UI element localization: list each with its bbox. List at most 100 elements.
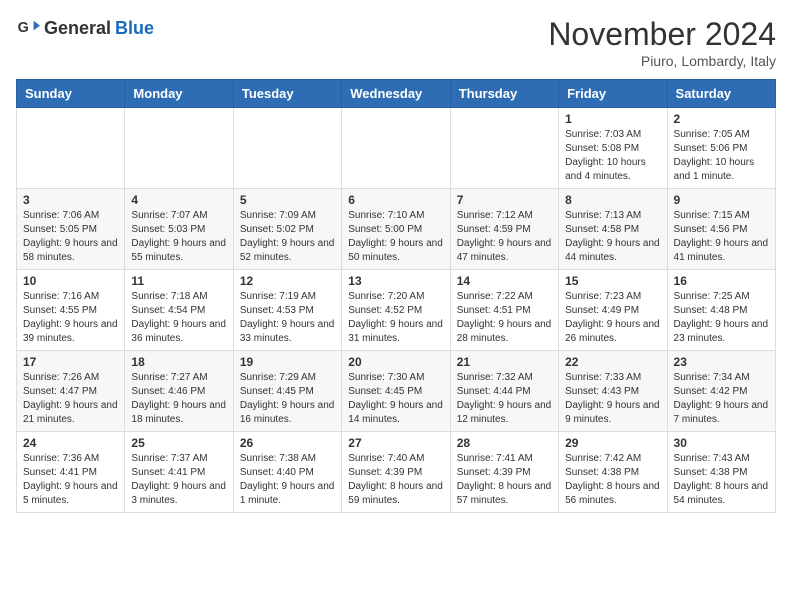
day-number: 26 [240,436,335,450]
day-info: Sunrise: 7:19 AM Sunset: 4:53 PM Dayligh… [240,290,335,346]
weekday-header: Wednesday [342,80,450,108]
calendar-cell: 15Sunrise: 7:23 AM Sunset: 4:49 PM Dayli… [559,270,667,351]
day-number: 9 [674,193,769,207]
day-number: 22 [565,355,660,369]
day-number: 7 [457,193,552,207]
day-info: Sunrise: 7:30 AM Sunset: 4:45 PM Dayligh… [348,371,443,427]
calendar-table: SundayMondayTuesdayWednesdayThursdayFrid… [16,79,776,513]
weekday-header: Thursday [450,80,558,108]
calendar-week-row: 1 Sunrise: 7:03 AM Sunset: 5:08 PM Daylig… [17,108,776,189]
calendar-cell: 29 Sunrise: 7:42 AM Sunset: 4:38 PM Dayli… [559,432,667,513]
logo: G General Blue [16,16,154,40]
location: Piuro, Lombardy, Italy [548,53,776,69]
day-info: Sunrise: 7:12 AM Sunset: 4:59 PM Dayligh… [457,209,552,265]
calendar-cell: 16 Sunrise: 7:25 AM Sunset: 4:48 PM Dayli… [667,270,775,351]
calendar-cell: 21 Sunrise: 7:32 AM Sunset: 4:44 PM Dayli… [450,351,558,432]
calendar-cell: 28 Sunrise: 7:41 AM Sunset: 4:39 PM Dayli… [450,432,558,513]
day-info: Sunrise: 7:18 AM Sunset: 4:54 PM Dayligh… [131,290,226,346]
day-info: Sunrise: 7:32 AM Sunset: 4:44 PM Dayligh… [457,371,552,427]
calendar-cell: 4 Sunrise: 7:07 AM Sunset: 5:03 PM Daylig… [125,189,233,270]
day-info: Sunrise: 7:06 AM Sunset: 5:05 PM Dayligh… [23,209,118,265]
calendar-cell: 6 Sunrise: 7:10 AM Sunset: 5:00 PM Daylig… [342,189,450,270]
day-number: 23 [674,355,769,369]
page-header: G General Blue November 2024 Piuro, Lomb… [16,16,776,69]
weekday-header: Sunday [17,80,125,108]
calendar-cell: 13Sunrise: 7:20 AM Sunset: 4:52 PM Dayli… [342,270,450,351]
day-number: 6 [348,193,443,207]
logo-blue: Blue [115,18,154,39]
day-number: 3 [23,193,118,207]
day-info: Sunrise: 7:42 AM Sunset: 4:38 PM Dayligh… [565,452,660,508]
weekday-header: Monday [125,80,233,108]
logo-general: General [44,18,111,39]
day-info: Sunrise: 7:34 AM Sunset: 4:42 PM Dayligh… [674,371,769,427]
day-number: 4 [131,193,226,207]
calendar-cell: 7 Sunrise: 7:12 AM Sunset: 4:59 PM Daylig… [450,189,558,270]
calendar-cell: 14 Sunrise: 7:22 AM Sunset: 4:51 PM Dayli… [450,270,558,351]
calendar-cell [17,108,125,189]
calendar-week-row: 3 Sunrise: 7:06 AM Sunset: 5:05 PM Daylig… [17,189,776,270]
day-number: 21 [457,355,552,369]
day-number: 28 [457,436,552,450]
calendar-cell: 24Sunrise: 7:36 AM Sunset: 4:41 PM Dayli… [17,432,125,513]
day-number: 18 [131,355,226,369]
day-info: Sunrise: 7:20 AM Sunset: 4:52 PM Dayligh… [348,290,443,346]
calendar-cell: 3 Sunrise: 7:06 AM Sunset: 5:05 PM Daylig… [17,189,125,270]
day-info: Sunrise: 7:22 AM Sunset: 4:51 PM Dayligh… [457,290,552,346]
calendar-cell: 11 Sunrise: 7:18 AM Sunset: 4:54 PM Dayli… [125,270,233,351]
weekday-header: Friday [559,80,667,108]
calendar-cell: 23 Sunrise: 7:34 AM Sunset: 4:42 PM Dayli… [667,351,775,432]
day-number: 27 [348,436,443,450]
day-number: 29 [565,436,660,450]
calendar-cell [125,108,233,189]
calendar-week-row: 10Sunrise: 7:16 AM Sunset: 4:55 PM Dayli… [17,270,776,351]
day-number: 5 [240,193,335,207]
weekday-header: Saturday [667,80,775,108]
day-number: 25 [131,436,226,450]
weekday-header-row: SundayMondayTuesdayWednesdayThursdayFrid… [17,80,776,108]
day-number: 14 [457,274,552,288]
day-info: Sunrise: 7:37 AM Sunset: 4:41 PM Dayligh… [131,452,226,508]
day-number: 11 [131,274,226,288]
day-info: Sunrise: 7:41 AM Sunset: 4:39 PM Dayligh… [457,452,552,508]
calendar-cell: 17Sunrise: 7:26 AM Sunset: 4:47 PM Dayli… [17,351,125,432]
weekday-header: Tuesday [233,80,341,108]
day-number: 30 [674,436,769,450]
day-number: 16 [674,274,769,288]
day-info: Sunrise: 7:25 AM Sunset: 4:48 PM Dayligh… [674,290,769,346]
day-number: 20 [348,355,443,369]
day-info: Sunrise: 7:10 AM Sunset: 5:00 PM Dayligh… [348,209,443,265]
title-block: November 2024 Piuro, Lombardy, Italy [548,16,776,69]
calendar-cell: 8Sunrise: 7:13 AM Sunset: 4:58 PM Daylig… [559,189,667,270]
day-info: Sunrise: 7:16 AM Sunset: 4:55 PM Dayligh… [23,290,118,346]
calendar-cell: 25 Sunrise: 7:37 AM Sunset: 4:41 PM Dayli… [125,432,233,513]
calendar-cell: 18 Sunrise: 7:27 AM Sunset: 4:46 PM Dayli… [125,351,233,432]
day-number: 1 [565,112,660,126]
day-number: 19 [240,355,335,369]
calendar-cell: 20 Sunrise: 7:30 AM Sunset: 4:45 PM Dayli… [342,351,450,432]
svg-text:G: G [18,20,29,36]
day-info: Sunrise: 7:15 AM Sunset: 4:56 PM Dayligh… [674,209,769,265]
day-info: Sunrise: 7:09 AM Sunset: 5:02 PM Dayligh… [240,209,335,265]
day-number: 2 [674,112,769,126]
calendar-cell: 19 Sunrise: 7:29 AM Sunset: 4:45 PM Dayli… [233,351,341,432]
day-info: Sunrise: 7:07 AM Sunset: 5:03 PM Dayligh… [131,209,226,265]
day-number: 24 [23,436,118,450]
day-info: Sunrise: 7:29 AM Sunset: 4:45 PM Dayligh… [240,371,335,427]
calendar-cell: 10Sunrise: 7:16 AM Sunset: 4:55 PM Dayli… [17,270,125,351]
calendar-week-row: 24Sunrise: 7:36 AM Sunset: 4:41 PM Dayli… [17,432,776,513]
day-info: Sunrise: 7:26 AM Sunset: 4:47 PM Dayligh… [23,371,118,427]
logo-icon: G [16,16,40,40]
day-info: Sunrise: 7:27 AM Sunset: 4:46 PM Dayligh… [131,371,226,427]
day-info: Sunrise: 7:03 AM Sunset: 5:08 PM Dayligh… [565,128,660,184]
calendar-cell: 30Sunrise: 7:43 AM Sunset: 4:38 PM Dayli… [667,432,775,513]
day-info: Sunrise: 7:40 AM Sunset: 4:39 PM Dayligh… [348,452,443,508]
calendar-cell [342,108,450,189]
day-number: 15 [565,274,660,288]
calendar-week-row: 17Sunrise: 7:26 AM Sunset: 4:47 PM Dayli… [17,351,776,432]
day-info: Sunrise: 7:13 AM Sunset: 4:58 PM Dayligh… [565,209,660,265]
calendar-cell: 26Sunrise: 7:38 AM Sunset: 4:40 PM Dayli… [233,432,341,513]
day-number: 12 [240,274,335,288]
calendar-cell: 12 Sunrise: 7:19 AM Sunset: 4:53 PM Dayli… [233,270,341,351]
calendar-cell: 2Sunrise: 7:05 AM Sunset: 5:06 PM Daylig… [667,108,775,189]
